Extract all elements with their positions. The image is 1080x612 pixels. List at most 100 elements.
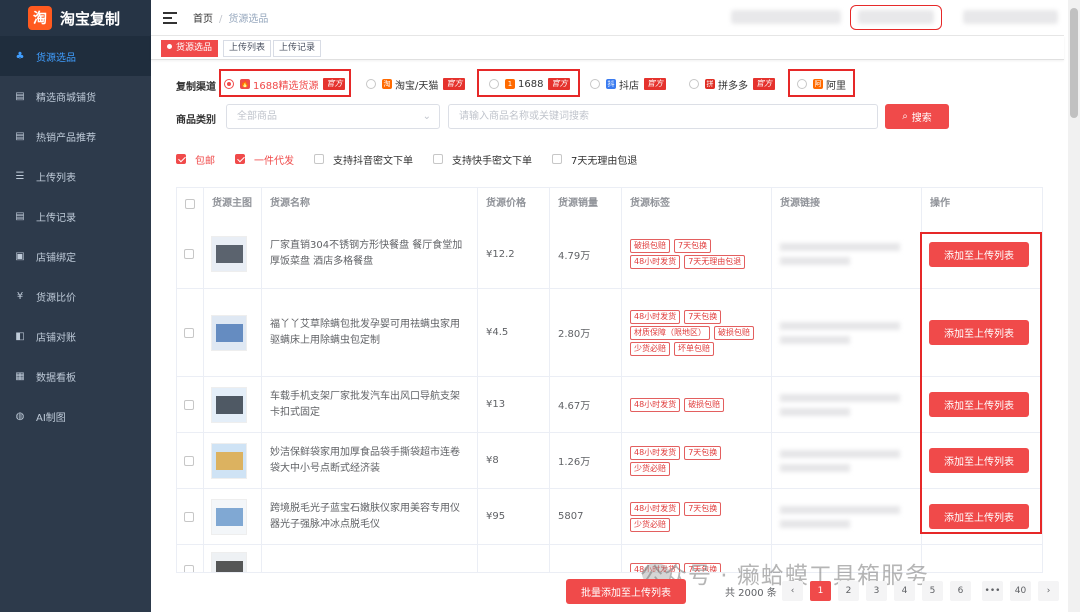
tag-sourcing[interactable]: 货源选品 — [161, 40, 219, 57]
filter-checkbox-1[interactable]: 一件代发 — [235, 152, 294, 167]
blurred-link[interactable] — [780, 243, 900, 251]
sidebar-item-1[interactable]: ▤ 精选商城铺货 — [0, 76, 151, 116]
app-logo[interactable]: 淘 淘宝复制 — [0, 0, 151, 36]
product-tag: 破损包赔 — [684, 397, 725, 412]
channel-label: 复制渠道 — [176, 82, 216, 93]
channel-radio-3[interactable]: 抖抖店 官方 — [590, 77, 666, 92]
blurred-link[interactable] — [780, 407, 850, 416]
row-checkbox[interactable] — [184, 564, 194, 572]
pagination-more-icon[interactable]: ••• — [982, 581, 1003, 601]
blurred-link[interactable] — [780, 463, 850, 472]
blurred-link[interactable] — [780, 505, 900, 514]
page-button[interactable]: 1 — [810, 581, 831, 601]
product-sales: 2.80万 — [550, 289, 622, 376]
document-icon: ▤ — [15, 210, 25, 222]
blurred-link[interactable] — [780, 321, 900, 330]
sidebar-item-4[interactable]: ▤ 上传记录 — [0, 196, 151, 236]
sidebar-item-8[interactable]: ▦ 数据看板 — [0, 356, 151, 396]
page-button[interactable]: 4 — [894, 581, 915, 601]
action-cell — [922, 545, 1042, 572]
sidebar-item-3[interactable]: ☰ 上传列表 — [0, 156, 151, 196]
product-name[interactable]: 妙洁保鲜袋家用加厚食品袋手撕袋超市连卷袋大中小号点断式经济装 — [262, 445, 477, 477]
product-image[interactable] — [211, 498, 247, 535]
search-button-label: 搜索 — [911, 113, 932, 124]
product-sales — [550, 545, 622, 572]
channel-label: 抖店 — [619, 80, 639, 92]
sidebar-item-7[interactable]: ◧ 店铺对账 — [0, 316, 151, 356]
radio-circle — [689, 79, 699, 89]
sidebar-item-2[interactable]: ▤ 热销产品推荐 — [0, 116, 151, 156]
sidebar-item-label: 上传列表 — [36, 172, 76, 184]
official-badge: 官方 — [753, 78, 775, 90]
channel-radio-1[interactable]: 淘淘宝/天猫 官方 — [366, 77, 466, 92]
batch-add-button[interactable]: 批量添加至上传列表 — [566, 579, 686, 604]
link-cell — [772, 377, 922, 432]
product-name[interactable]: 车载手机支架厂家批发汽车出风口导航支架卡扣式固定 — [262, 389, 477, 421]
blurred-link[interactable] — [780, 257, 850, 265]
image-cell — [204, 489, 262, 544]
product-image[interactable] — [211, 551, 247, 572]
tag-upload-records[interactable]: 上传记录 — [273, 40, 322, 57]
checkbox-label: 支持快手密文下单 — [452, 155, 532, 167]
scrollbar-thumb[interactable] — [1070, 8, 1078, 118]
radio-circle — [590, 79, 600, 89]
blurred-link[interactable] — [780, 449, 900, 458]
product-name[interactable]: 跨境脱毛光子蓝宝石嫩肤仪家用美容专用仪器光子强脉冲冰点脱毛仪 — [262, 501, 477, 533]
product-image[interactable] — [211, 386, 247, 423]
page-button[interactable]: 5 — [922, 581, 943, 601]
filter-checkbox-2[interactable]: 支持抖音密文下单 — [314, 152, 413, 167]
product-name[interactable]: 福丫丫艾草除螨包批发孕婴可用祛螨虫家用驱螨床上用除螨虫包定制 — [262, 317, 477, 349]
prev-page-button[interactable]: ‹ — [782, 581, 803, 601]
header-link: 货源链接 — [772, 188, 922, 220]
next-page-button[interactable]: › — [1038, 581, 1059, 601]
table-row: 妙洁保鲜袋家用加厚食品袋手撕袋超市连卷袋大中小号点断式经济装 ¥8 1.26万 48小… — [177, 433, 1042, 489]
blurred-account[interactable] — [858, 10, 934, 24]
category-select[interactable]: 全部商品 ⌄ — [226, 104, 440, 129]
tag-upload-list[interactable]: 上传列表 — [223, 40, 272, 57]
page-button[interactable]: 2 — [838, 581, 859, 601]
breadcrumb-home[interactable]: 首页 — [193, 14, 213, 25]
row-checkbox[interactable] — [184, 399, 194, 410]
select-all-checkbox[interactable] — [185, 199, 195, 209]
header-action: 操作 — [922, 188, 1042, 220]
product-image[interactable] — [211, 236, 247, 272]
row-checkbox[interactable] — [184, 327, 194, 338]
channel-radio-4[interactable]: 拼拼多多 官方 — [689, 77, 775, 92]
page-button[interactable]: 6 — [950, 581, 971, 601]
sidebar-item-0[interactable]: ♣ 货源选品 — [0, 36, 151, 76]
filter-checkbox-4[interactable]: 7天无理由包退 — [552, 152, 638, 167]
product-image[interactable] — [211, 314, 247, 351]
product-tag: 坏单包赔 — [674, 341, 714, 356]
row-checkbox-cell — [177, 489, 204, 544]
blurred-user-info[interactable] — [963, 10, 1058, 24]
blurred-link[interactable] — [780, 335, 850, 344]
product-tag: 48小时发货 — [630, 397, 681, 412]
filter-checkbox-0[interactable]: 包邮 — [176, 152, 215, 167]
blurred-link[interactable] — [780, 519, 850, 528]
sidebar-item-5[interactable]: ▣ 店铺绑定 — [0, 236, 151, 276]
checkbox-label: 7天无理由包退 — [571, 155, 638, 167]
name-cell: 妙洁保鲜袋家用加厚食品袋手撕袋超市连卷袋大中小号点断式经济装 — [262, 433, 478, 488]
page-button[interactable]: 3 — [866, 581, 887, 601]
header-sales: 货源销量 — [550, 188, 622, 220]
row-checkbox[interactable] — [184, 249, 194, 259]
sidebar-item-9[interactable]: ◍ AI制图 — [0, 396, 151, 436]
page-button[interactable]: 40 — [1010, 581, 1031, 601]
blurred-link[interactable] — [780, 393, 900, 402]
row-checkbox[interactable] — [184, 455, 194, 466]
official-badge: 官方 — [443, 78, 466, 90]
filter-checkbox-3[interactable]: 支持快手密文下单 — [433, 152, 532, 167]
image-cell — [204, 433, 262, 488]
search-input[interactable] — [448, 104, 878, 129]
sidebar-item-6[interactable]: ¥ 货源比价 — [0, 276, 151, 316]
image-cell — [204, 220, 262, 288]
table-row: 厂家直销304不锈钢方形快餐盘 餐厅食堂加厚饭菜盘 酒店多格餐盘 ¥12.2 4.7… — [177, 220, 1042, 289]
hamburger-icon[interactable] — [163, 11, 177, 24]
row-checkbox[interactable] — [184, 511, 194, 522]
row-checkbox-cell — [177, 289, 204, 376]
search-button[interactable]: ⌕ 搜索 — [885, 104, 949, 129]
tags-view: 货源选品 上传列表 上传记录 — [151, 36, 1064, 60]
product-image[interactable] — [211, 442, 247, 479]
product-name[interactable]: 厂家直销304不锈钢方形快餐盘 餐厅食堂加厚饭菜盘 酒店多格餐盘 — [262, 238, 477, 270]
product-sales: 4.79万 — [550, 220, 622, 288]
